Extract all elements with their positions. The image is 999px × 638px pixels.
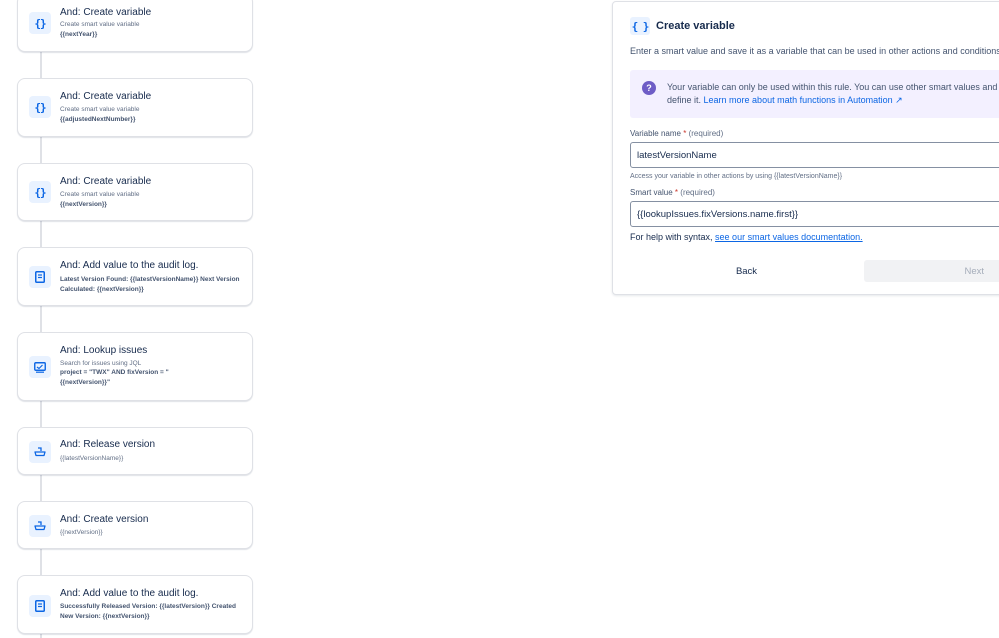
info-line-2: define it. Learn more about math functio… xyxy=(667,94,999,107)
flow-card-release-version[interactable]: And: Release version {{latestVersionName… xyxy=(17,427,253,475)
document-icon xyxy=(29,266,51,288)
card-title: And: Create version xyxy=(60,514,149,525)
card-value: {{nextYear}} xyxy=(60,31,98,38)
flow-card-audit-log-success[interactable]: And: Add value to the audit log. Success… xyxy=(17,575,253,634)
smart-value-help: For help with syntax, see our smart valu… xyxy=(630,232,863,242)
braces-icon: {} xyxy=(29,12,51,34)
next-button[interactable]: Next xyxy=(864,260,999,282)
flow-connector xyxy=(40,475,42,501)
card-subtitle: {{latestVersionName}} xyxy=(60,455,124,462)
card-value: Latest Version Found: {{latestVersionNam… xyxy=(60,276,240,293)
flow-connector xyxy=(40,634,42,638)
card-subtitle: {{nextVersion}} xyxy=(60,529,103,536)
flow-connector xyxy=(40,137,42,163)
required-mark: * xyxy=(674,188,679,197)
braces-icon: { } xyxy=(630,17,650,35)
info-banner: ? Your variable can only be used within … xyxy=(630,70,999,118)
search-issues-icon xyxy=(29,356,51,378)
card-title: And: Create variable xyxy=(60,7,152,18)
card-title: And: Create variable xyxy=(60,176,152,187)
required-text: (required) xyxy=(688,129,724,138)
flow-card-create-variable-adjusted-next-number[interactable]: {} And: Create variable Create smart val… xyxy=(17,78,253,137)
flow-card-lookup-issues[interactable]: And: Lookup issues Search for issues usi… xyxy=(17,332,253,401)
flow-connector xyxy=(40,549,42,575)
smart-value-label: Smart value * (required) xyxy=(630,188,715,197)
smart-value-input[interactable] xyxy=(630,201,999,227)
ship-icon xyxy=(29,515,51,537)
rule-flow: {} And: Create variable Create smart val… xyxy=(0,0,300,638)
card-value: project = "TWX" AND fixVersion = "{{next… xyxy=(60,369,169,386)
card-value: {{adjustedNextNumber}} xyxy=(60,116,136,123)
card-subtitle: Create smart value variable xyxy=(60,191,140,198)
flow-connector xyxy=(40,401,42,427)
smart-value-help-prefix: For help with syntax, xyxy=(630,232,716,242)
card-title: And: Lookup issues xyxy=(60,345,148,356)
panel-title: Create variable xyxy=(656,20,735,32)
card-subtitle: Create smart value variable xyxy=(60,21,140,28)
flow-connector xyxy=(40,221,42,247)
ship-icon xyxy=(29,441,51,463)
info-line-2-prefix: define it. xyxy=(667,95,704,105)
card-subtitle: Search for issues using JQL xyxy=(60,360,142,367)
document-icon xyxy=(29,595,51,617)
card-title: And: Add value to the audit log. xyxy=(60,260,199,271)
variable-name-input[interactable] xyxy=(630,142,999,168)
flow-connector xyxy=(40,52,42,78)
smart-values-docs-link[interactable]: see our smart values documentation. xyxy=(715,232,863,242)
required-text: (required) xyxy=(680,188,715,197)
required-mark: * xyxy=(683,129,687,138)
back-button[interactable]: Back xyxy=(673,260,820,282)
variable-name-label-text: Variable name xyxy=(630,129,681,138)
card-value: {{nextVersion}} xyxy=(60,201,107,208)
smart-value-label-text: Smart value xyxy=(630,188,673,197)
flow-connector xyxy=(40,306,42,332)
card-title: And: Add value to the audit log. xyxy=(60,588,199,599)
math-functions-link[interactable]: Learn more about math functions in Autom… xyxy=(704,95,903,105)
panel-description: Enter a smart value and save it as a var… xyxy=(630,46,999,56)
variable-name-label: Variable name * (required) xyxy=(630,129,723,138)
variable-name-help: Access your variable in other actions by… xyxy=(630,173,843,180)
card-value: Successfully Released Version: {{latestV… xyxy=(60,603,236,620)
braces-icon: {} xyxy=(29,181,51,203)
flow-card-create-variable-next-version[interactable]: {} And: Create variable Create smart val… xyxy=(17,163,253,221)
info-line-1: Your variable can only be used within th… xyxy=(667,82,998,92)
flow-card-audit-log-latest[interactable]: And: Add value to the audit log. Latest … xyxy=(17,247,253,306)
question-icon: ? xyxy=(642,81,656,95)
flow-card-create-variable-next-year[interactable]: {} And: Create variable Create smart val… xyxy=(17,0,253,52)
card-title: And: Create variable xyxy=(60,91,152,102)
info-text: Your variable can only be used within th… xyxy=(667,81,999,107)
create-variable-panel: { } Create variable Enter a smart value … xyxy=(612,1,999,295)
braces-icon: {} xyxy=(29,96,51,118)
card-title: And: Release version xyxy=(60,439,156,450)
flow-card-create-version[interactable]: And: Create version {{nextVersion}} xyxy=(17,501,253,549)
card-subtitle: Create smart value variable xyxy=(60,106,140,113)
